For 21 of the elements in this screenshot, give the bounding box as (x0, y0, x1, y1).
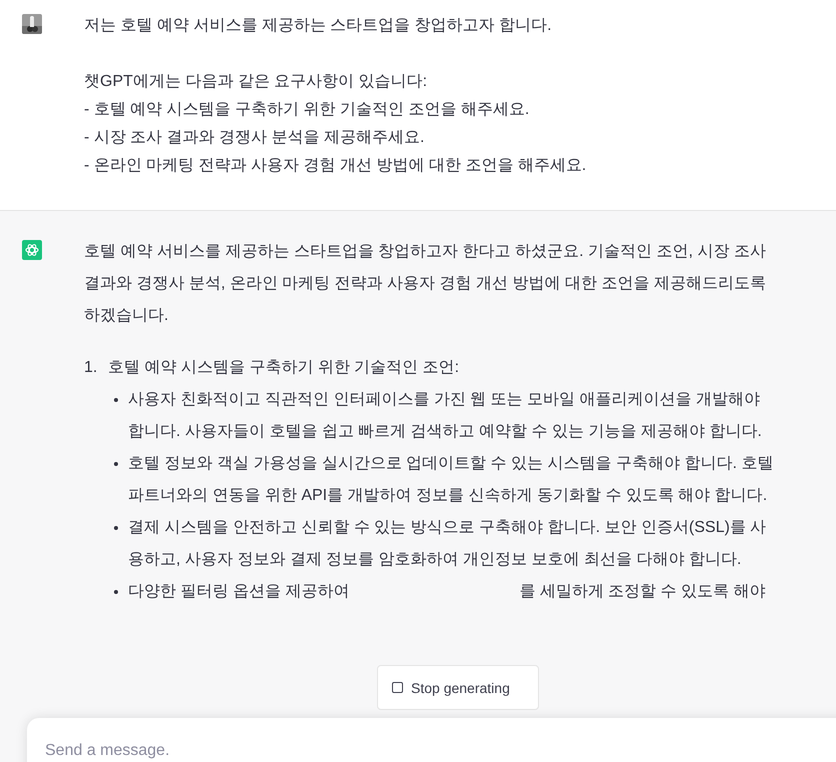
bullet-icon (114, 398, 118, 402)
list-heading: 호텔 예약 시스템을 구축하기 위한 기술적인 조언: (108, 358, 460, 378)
assistant-logo-icon (22, 240, 42, 260)
stop-generating-button[interactable]: Stop generating (377, 665, 539, 710)
stop-icon (392, 682, 403, 693)
bullet-text: 사용자 친화적이고 직관적인 인터페이스를 가진 웹 또는 모바일 애플리케이션을 개발해야 합니다. 사용자들이 호텔을 쉽고 빠르게 검색하고 예약할 수 있는 기능을 제공해야 합니다. (128, 391, 762, 440)
bullet-text: 결제 시스템을 안전하고 신뢰할 수 있는 방식으로 구축해야 합니다. 보안 인증서(SSL)를 사용하고, 사용자 정보와 결제 정보를 암호화하여 개인정보 보호에 최선을 다해야 합니다. (128, 519, 766, 568)
message-text: - 시장 조사 결과와 경쟁사 분석을 제공해주세요. (84, 128, 426, 148)
bullet-icon (114, 526, 118, 530)
message-input[interactable]: Send a message. (27, 718, 836, 762)
bullet-icon (114, 462, 118, 466)
message-text: 저는 호텔 예약 서비스를 제공하는 스타트업을 창업하고자 합니다. (84, 16, 553, 36)
message-text: - 온라인 마케팅 전략과 사용자 경험 개선 방법에 대한 조언을 해주세요. (84, 156, 588, 176)
message-text: - 호텔 예약 시스템을 구축하기 위한 기술적인 조언을 해주세요. (84, 100, 530, 120)
bullet-text: 호텔 정보와 객실 가용성을 실시간으로 업데이트할 수 있는 시스템을 구축해야 합니다. 호텔 파트너와의 연동을 위한 API를 개발하여 정보를 신속하게 동기화할 수 있도록 해야 합니다. (128, 455, 774, 504)
bullet-text: 를 세밀하게 조정할 수 있도록 해야 (519, 583, 766, 600)
message-text: 챗GPT에게는 다음과 같은 요구사항이 있습니다: (84, 72, 428, 92)
bullet-icon (114, 590, 118, 594)
list-number: 1. (84, 358, 98, 378)
bullet-text: 다양한 필터링 옵션을 제공하여 (128, 583, 350, 600)
response-text: 호텔 예약 서비스를 제공하는 스타트업을 창업하고자 한다고 하셨군요. 기술적인 조언, 시장 조사 결과와 경쟁사 분석, 온라인 마케팅 전략과 사용자 경험 개선 방법에 대한 조언을 제공해드리도록 하겠습니다. (84, 242, 767, 326)
